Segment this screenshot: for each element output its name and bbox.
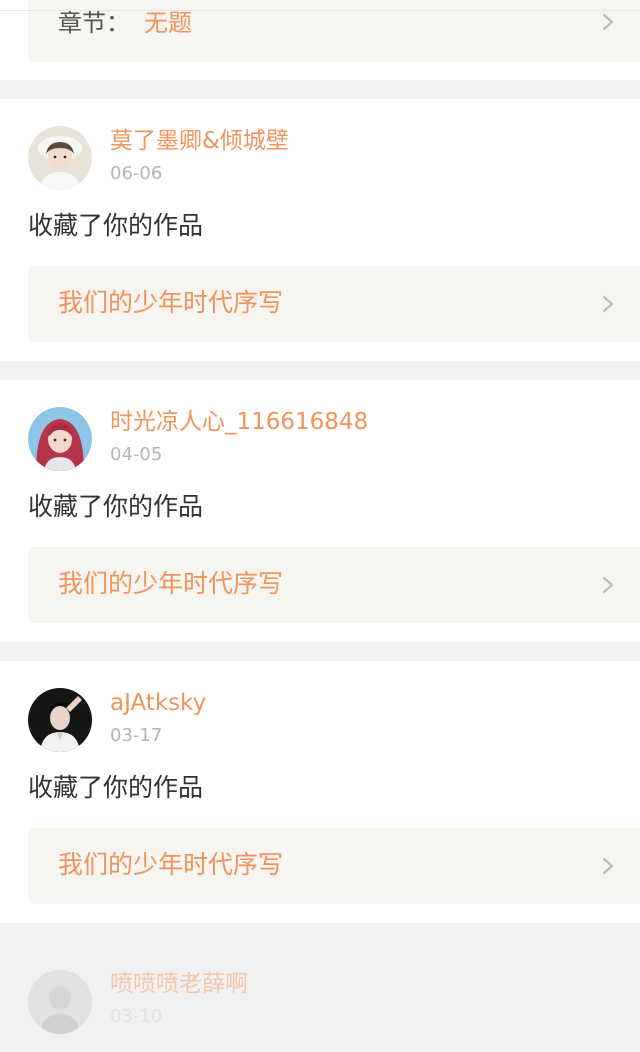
chevron-right-icon: [602, 857, 614, 875]
avatar[interactable]: [28, 407, 92, 471]
chevron-right-icon: [602, 13, 614, 31]
timestamp: 03-17: [110, 725, 163, 746]
action-text: 收藏了你的作品: [28, 492, 204, 521]
top-divider: [0, 10, 640, 11]
chevron-right-icon: [602, 295, 614, 313]
action-text: 收藏了你的作品: [28, 211, 204, 240]
username[interactable]: 莫了墨卿&倾城壁: [110, 125, 289, 157]
username[interactable]: 喷喷喷老薛啊: [110, 968, 248, 1000]
work-title: 我们的少年时代序写: [58, 850, 284, 879]
chevron-right-icon: [602, 576, 614, 594]
work-title: 我们的少年时代序写: [58, 569, 284, 598]
chapter-card: 章节： 无题: [0, 0, 640, 80]
timestamp: 04-05: [110, 444, 163, 465]
notification-card: aJAtksky 03-17 收藏了你的作品 我们的少年时代序写: [0, 661, 640, 923]
username[interactable]: 时光凉人心_116616848: [110, 406, 368, 438]
timestamp: 03-10: [110, 1006, 163, 1027]
chapter-value: 无题: [144, 9, 192, 37]
notification-card: 时光凉人心_116616848 04-05 收藏了你的作品 我们的少年时代序写: [0, 380, 640, 642]
chapter-label: 章节：: [58, 9, 130, 37]
work-title: 我们的少年时代序写: [58, 288, 284, 317]
username[interactable]: aJAtksky: [110, 687, 206, 719]
avatar[interactable]: [28, 970, 92, 1034]
work-link[interactable]: 我们的少年时代序写: [28, 266, 640, 342]
work-link[interactable]: 我们的少年时代序写: [28, 828, 640, 904]
avatar[interactable]: [28, 126, 92, 190]
work-link[interactable]: 我们的少年时代序写: [28, 547, 640, 623]
action-text: 收藏了你的作品: [28, 773, 204, 802]
avatar[interactable]: [28, 688, 92, 752]
notification-card-faded: 喷喷喷老薛啊 03-10: [0, 923, 640, 1052]
notification-card: 莫了墨卿&倾城壁 06-06 收藏了你的作品 我们的少年时代序写: [0, 99, 640, 361]
timestamp: 06-06: [110, 163, 163, 184]
